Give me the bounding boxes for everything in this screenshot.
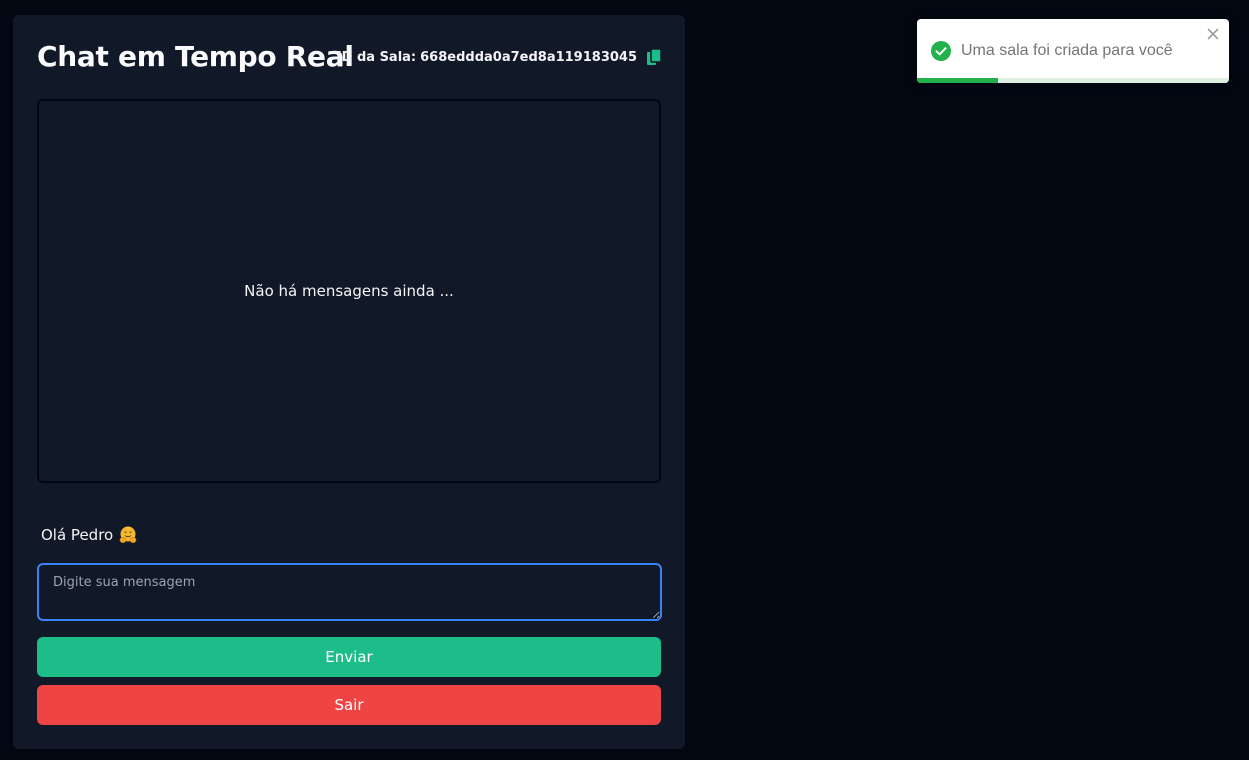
message-input[interactable] bbox=[37, 563, 662, 621]
close-icon[interactable] bbox=[1207, 27, 1219, 40]
toast-notification[interactable]: Uma sala foi criada para você bbox=[917, 19, 1229, 83]
room-id-value: 668eddda0a7ed8a119183045 bbox=[420, 49, 637, 65]
hugging-face-icon bbox=[119, 526, 137, 544]
greeting: Olá Pedro bbox=[41, 524, 137, 546]
greeting-text: Olá Pedro bbox=[41, 526, 114, 544]
leave-button[interactable]: Sair bbox=[37, 685, 661, 725]
toast-progress-bar bbox=[917, 78, 999, 83]
toast-message: Uma sala foi criada para você bbox=[961, 42, 1173, 59]
chat-panel: Chat em Tempo Real ID da Sala: 668eddda0… bbox=[13, 15, 685, 749]
empty-messages-text: Não há mensagens ainda ... bbox=[244, 282, 454, 300]
room-id-display: ID da Sala: 668eddda0a7ed8a119183045 bbox=[336, 47, 662, 67]
check-circle-icon bbox=[931, 41, 951, 61]
message-list: Não há mensagens ainda ... bbox=[37, 99, 661, 483]
send-button[interactable]: Enviar bbox=[37, 637, 661, 677]
copy-icon[interactable] bbox=[647, 48, 662, 65]
page-title: Chat em Tempo Real bbox=[37, 40, 354, 73]
room-id-label: ID da Sala: bbox=[336, 49, 417, 65]
